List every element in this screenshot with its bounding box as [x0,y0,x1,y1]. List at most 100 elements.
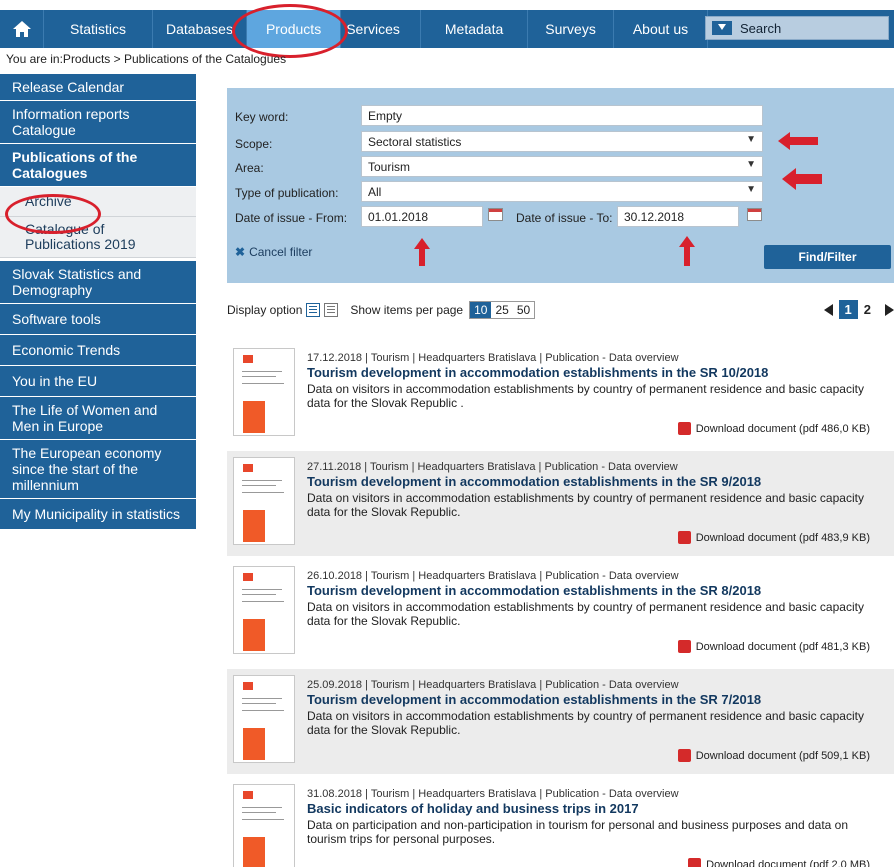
download-link[interactable]: Download document (pdf 483,9 KB) [677,531,870,544]
result-title-link[interactable]: Tourism development in accommodation est… [307,692,761,707]
sidebar-item-you-in-eu[interactable]: You in the EU [0,366,196,397]
annotation-arrow-left-icon [778,132,818,150]
result-title-link[interactable]: Tourism development in accommodation est… [307,474,761,489]
calendar-icon[interactable] [747,208,762,221]
pdf-icon [677,640,691,653]
top-navigation: Statistics Databases Products Services M… [0,10,894,48]
download-link[interactable]: Download document (pdf 2,0 MB) [688,858,870,867]
sidebar-item-women-men-europe[interactable]: The Life of Women and Men in Europe [0,397,196,440]
result-meta: 25.09.2018 | Tourism | Headquarters Brat… [307,679,679,691]
date-to-input[interactable]: 30.12.2018 [617,206,739,227]
list-view-icon[interactable] [324,303,339,317]
search-label: Search [740,20,782,36]
scope-label: Scope: [235,137,273,151]
annotation-arrow-left-icon [782,168,822,190]
sidebar-item-my-municipality[interactable]: My Municipality in statistics [0,499,196,530]
type-label: Type of publication: [235,186,339,200]
download-label: Download document (pdf 2,0 MB) [706,858,870,867]
prev-page-icon[interactable] [823,303,833,316]
publication-thumbnail[interactable] [233,457,295,545]
result-item: 26.10.2018 | Tourism | Headquarters Brat… [227,560,894,665]
publication-thumbnail[interactable] [233,784,295,867]
result-item: 25.09.2018 | Tourism | Headquarters Brat… [227,669,894,774]
cancel-filter-label: Cancel filter [249,245,313,259]
download-link[interactable]: Download document (pdf 509,1 KB) [677,749,870,762]
result-meta: 26.10.2018 | Tourism | Headquarters Brat… [307,570,679,582]
display-options-bar: Display option Show items per page 10 25… [227,300,894,320]
filter-panel: Key word: Empty Scope: Sectoral statisti… [227,88,894,283]
nav-services[interactable]: Services [341,10,421,48]
per-page-25[interactable]: 25 [491,302,512,318]
scope-select[interactable]: Sectoral statistics ▼ [361,131,763,152]
area-label: Area: [235,161,264,175]
page-2[interactable]: 2 [864,302,871,317]
annotation-arrow-up-icon [414,238,430,266]
nav-metadata[interactable]: Metadata [421,10,529,48]
pdf-icon [677,422,691,435]
close-icon: ✖ [235,245,246,259]
publication-thumbnail[interactable] [233,675,295,763]
per-page-50[interactable]: 50 [513,302,534,318]
sidebar-item-publications[interactable]: Publications of the Catalogues [0,144,196,187]
result-meta: 27.11.2018 | Tourism | Headquarters Brat… [307,461,678,473]
result-item: 27.11.2018 | Tourism | Headquarters Brat… [227,451,894,556]
area-select[interactable]: Tourism ▼ [361,156,763,177]
result-title-link[interactable]: Tourism development in accommodation est… [307,365,768,380]
result-title-link[interactable]: Basic indicators of holiday and business… [307,801,639,816]
scope-value: Sectoral statistics [368,135,462,149]
download-label: Download document (pdf 483,9 KB) [695,531,870,544]
result-description: Data on participation and non-participat… [307,818,849,846]
next-page-icon[interactable] [885,303,894,316]
result-meta: 31.08.2018 | Tourism | Headquarters Brat… [307,788,679,800]
search-dropdown-icon [712,21,732,35]
annotation-circle-archive [5,194,101,234]
chevron-down-icon: ▼ [746,134,756,145]
date-from-value: 01.01.2018 [368,210,429,224]
search-button[interactable]: Search [705,16,889,40]
result-description: Data on visitors in accommodation establ… [307,709,864,737]
publication-thumbnail[interactable] [233,348,295,436]
result-meta: 17.12.2018 | Tourism | Headquarters Brat… [307,352,679,364]
sidebar-item-european-economy[interactable]: The European economy since the start of … [0,440,196,499]
per-page-selector: 10 25 50 [469,301,536,319]
sidebar-item-software-tools[interactable]: Software tools [0,304,196,335]
publication-thumbnail[interactable] [233,566,295,654]
result-item: 31.08.2018 | Tourism | Headquarters Brat… [227,778,894,867]
cancel-filter-link[interactable]: ✖ Cancel filter [235,245,312,259]
type-select[interactable]: All ▼ [361,181,763,202]
keyword-input[interactable]: Empty [361,105,763,126]
display-option-label: Display option [227,303,303,317]
download-link[interactable]: Download document (pdf 481,3 KB) [677,640,870,653]
sidebar-item-economic-trends[interactable]: Economic Trends [0,335,196,366]
result-title-link[interactable]: Tourism development in accommodation est… [307,583,761,598]
find-filter-button[interactable]: Find/Filter [764,245,891,269]
date-from-input[interactable]: 01.01.2018 [361,206,483,227]
page-1[interactable]: 1 [838,300,858,319]
pdf-icon [677,749,691,762]
nav-statistics[interactable]: Statistics [44,10,154,48]
pdf-icon [688,858,702,867]
keyword-value: Empty [368,109,403,123]
result-description: Data on visitors in accommodation establ… [307,600,864,628]
sidebar-item-release-calendar[interactable]: Release Calendar [0,74,196,101]
nav-surveys[interactable]: Surveys [528,10,614,48]
chevron-down-icon: ▼ [746,184,756,195]
keyword-label: Key word: [235,110,289,124]
per-page-10[interactable]: 10 [470,302,492,318]
download-link[interactable]: Download document (pdf 486,0 KB) [677,422,870,435]
annotation-arrow-up-icon [679,236,695,266]
detail-view-icon[interactable] [306,303,321,317]
breadcrumb: You are in:Products > Publications of th… [6,52,287,66]
type-value: All [368,185,382,199]
nav-about-us[interactable]: About us [614,10,709,48]
calendar-icon[interactable] [488,208,503,221]
date-from-label: Date of issue - From: [235,211,348,225]
download-label: Download document (pdf 481,3 KB) [695,640,870,653]
result-item: 17.12.2018 | Tourism | Headquarters Brat… [227,342,894,447]
sidebar-item-slovak-statistics[interactable]: Slovak Statistics and Demography [0,261,196,304]
date-to-value: 30.12.2018 [624,210,685,224]
pdf-icon [677,531,691,544]
sidebar: Release Calendar Information reports Cat… [0,74,196,530]
home-icon[interactable] [0,10,44,48]
sidebar-item-information-reports[interactable]: Information reports Catalogue [0,101,196,144]
